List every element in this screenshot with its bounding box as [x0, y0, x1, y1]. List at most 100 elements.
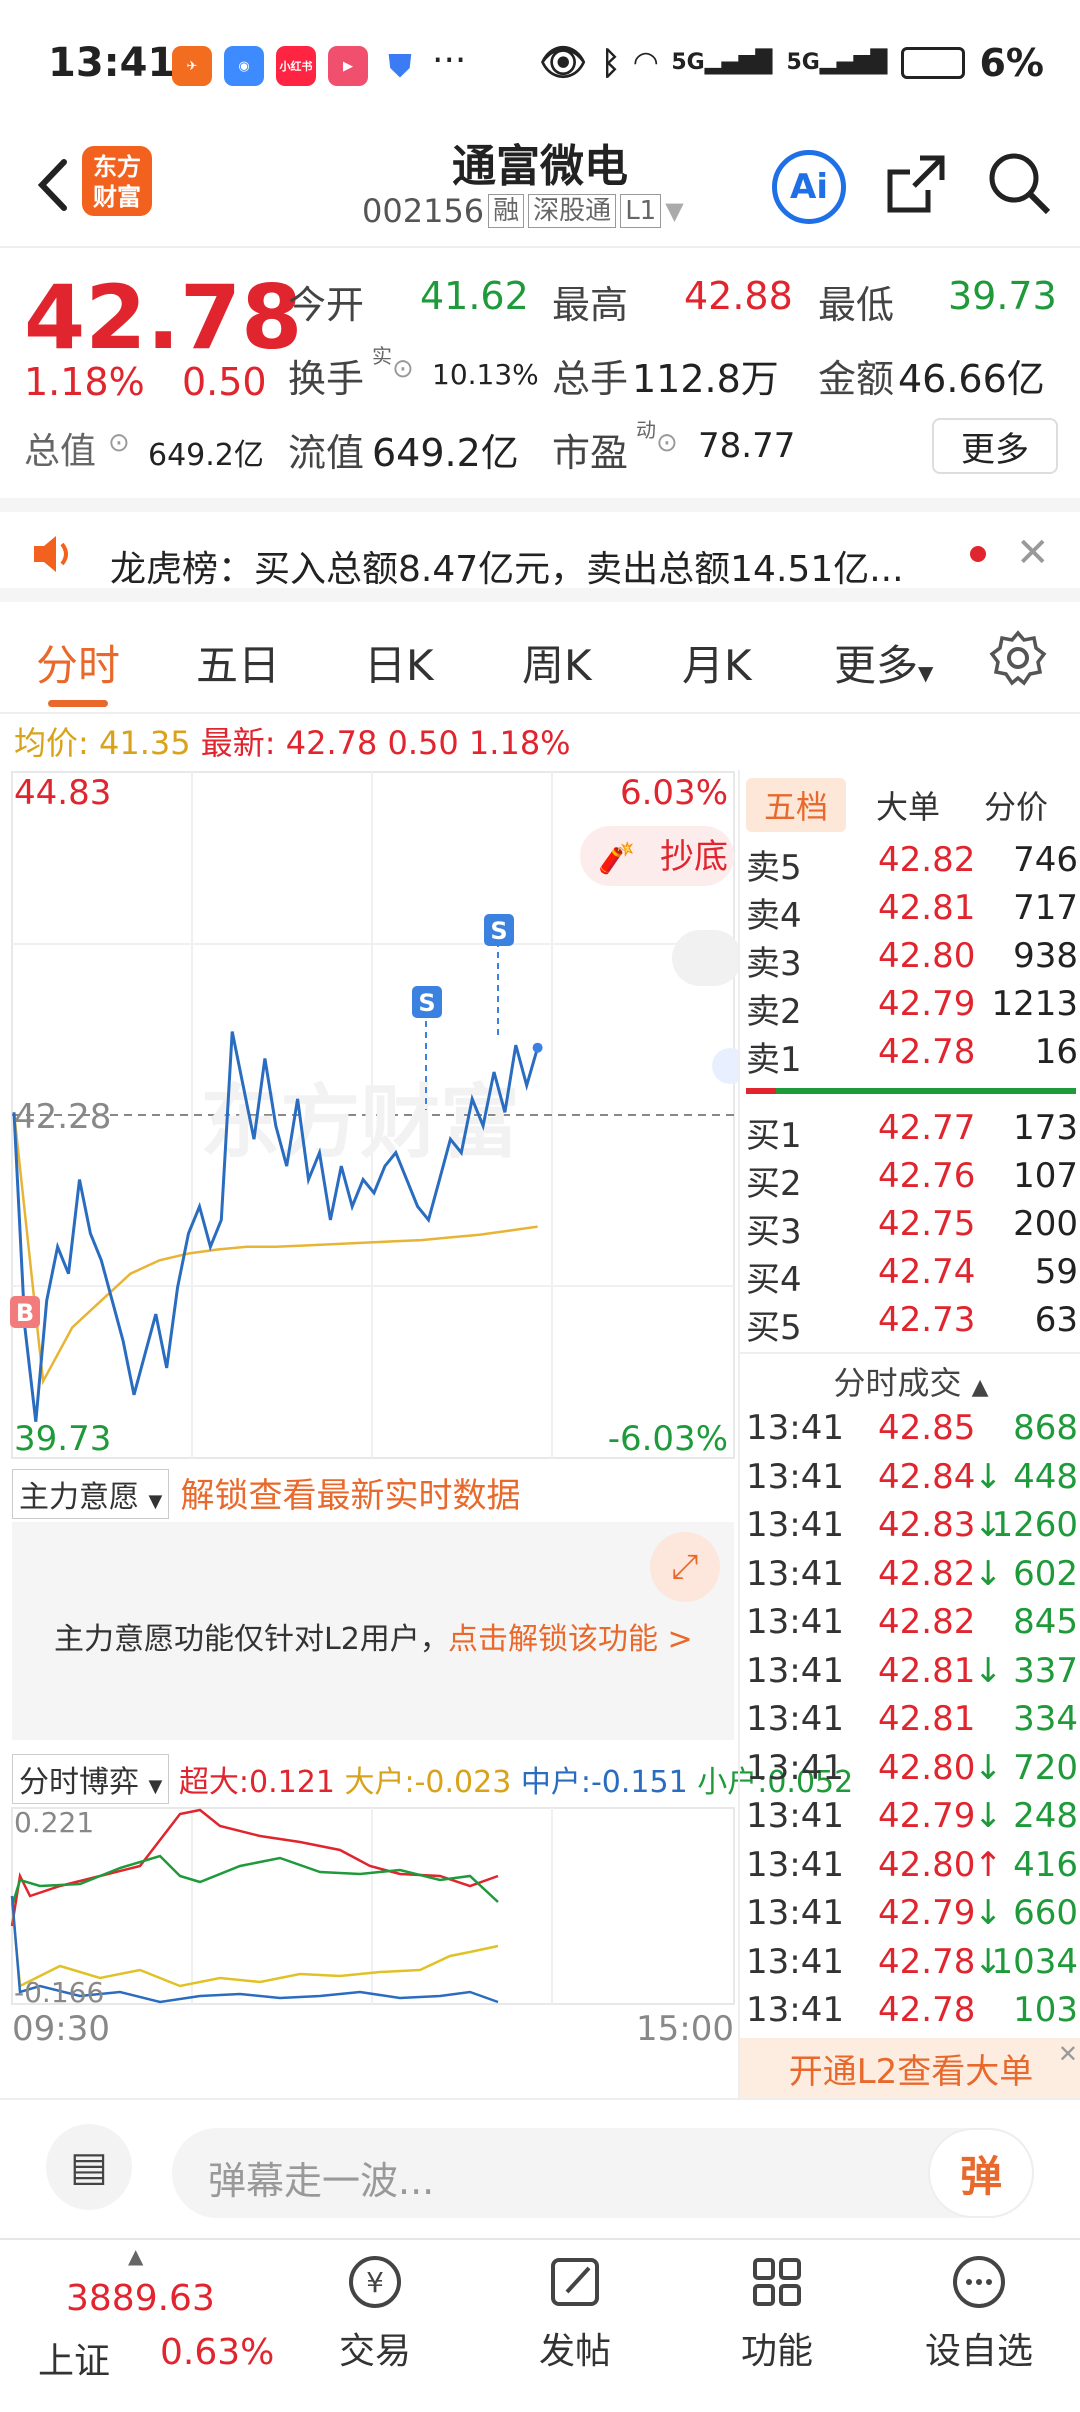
main-force-dropdown[interactable]: 主力意愿 ▼	[12, 1469, 170, 1519]
price-chart[interactable]: 东方财富 S S B 44.83 42.28 39.73 6.03% -6.03…	[0, 770, 738, 1460]
close-icon[interactable]: ✕	[1016, 530, 1050, 576]
more-quote-button[interactable]: 更多	[932, 418, 1058, 474]
stock-subtitle[interactable]: 002156 融 深股通 L1 ▼	[362, 192, 684, 230]
level-label: 买3	[746, 1212, 802, 1252]
dragon-tiger-banner[interactable]: 龙虎榜：买入总额8.47亿元，卖出总额14.51亿... ✕	[0, 498, 1080, 602]
edit-icon	[551, 2258, 599, 2306]
close-icon[interactable]: ✕	[1058, 2040, 1078, 2068]
y-mid-label: 42.28	[14, 1097, 111, 1137]
sell-marker[interactable]: S	[418, 989, 435, 1017]
tab-intraday[interactable]: 分时	[36, 632, 120, 693]
side-float-button[interactable]	[672, 930, 738, 986]
share-icon[interactable]	[884, 148, 948, 218]
nav-add-watchlist[interactable]: 设自选	[904, 2252, 1054, 2374]
trade-volume: 103	[1013, 1990, 1078, 2030]
open-l2-banner[interactable]: 开通L2查看大单 ✕	[740, 2038, 1080, 2098]
capital-game-dropdown[interactable]: 分时博弈 ▼	[12, 1754, 170, 1804]
tab-five-day[interactable]: 五日	[196, 632, 280, 693]
trade-price: 42.79	[878, 1893, 976, 1933]
tab-monthly-k[interactable]: 月K	[682, 632, 752, 693]
time-end-label: 15:00	[636, 2009, 734, 2042]
tag-margin: 融	[488, 194, 525, 228]
level-price: 42.76	[878, 1156, 976, 1196]
tab-daily-k[interactable]: 日K	[364, 632, 434, 693]
pct-max-label: 6.03%	[620, 773, 728, 813]
mid-value: -0.151	[590, 1765, 688, 1800]
trade-icon: ¥	[349, 2256, 401, 2308]
level-volume: 200	[1013, 1204, 1078, 1244]
trade-direction-icon: ↓	[974, 1650, 1003, 1691]
ai-button[interactable]: Ai	[772, 150, 846, 224]
nav-functions[interactable]: 功能	[702, 2252, 852, 2374]
nav-post[interactable]: 发帖	[500, 2252, 650, 2374]
volume-label: 总手	[552, 357, 629, 401]
latest-price-point	[532, 1042, 543, 1053]
trade-volume: 1260	[991, 1505, 1078, 1545]
trade-time: 13:41	[746, 1699, 844, 1739]
trade-time: 13:41	[746, 1796, 844, 1836]
tab-price-dist[interactable]: 分价	[984, 782, 1048, 828]
tab-more-label: 更多	[834, 641, 919, 690]
tab-more[interactable]: 更多▼	[834, 632, 933, 693]
level-volume: 746	[1013, 840, 1078, 880]
level-label: 买4	[746, 1260, 802, 1300]
tab-weekly-k[interactable]: 周K	[522, 632, 592, 693]
trade-volume: 660	[1013, 1893, 1078, 1933]
trade-time: 13:41	[746, 1941, 844, 1982]
more-circle-icon	[953, 2256, 1005, 2308]
barrage-send-button[interactable]: 弹	[928, 2128, 1034, 2218]
mid-label: 中户:	[520, 1765, 591, 1800]
amount-label: 金额	[818, 357, 895, 401]
super-value: 0.121	[249, 1765, 335, 1800]
side-float-button[interactable]	[712, 1048, 738, 1084]
bluetooth-icon: ᛒ	[601, 43, 621, 82]
index-widget[interactable]: ▲ 3889.63 上证 0.63%	[20, 2244, 274, 2400]
search-icon[interactable]	[984, 148, 1054, 218]
tab-five-levels[interactable]: 五档	[746, 778, 847, 832]
trade-price: 42.83	[878, 1505, 976, 1545]
unlock-realtime-link[interactable]: 解锁查看最新实时数据	[180, 1476, 520, 1516]
bottom-fishing-icon: 🧨	[598, 840, 635, 876]
tab-big-orders[interactable]: 大单	[876, 782, 940, 828]
level-volume: 717	[1013, 888, 1078, 928]
last-price: 42.78	[24, 266, 303, 369]
active-tab-indicator	[48, 700, 108, 707]
banner-text: 龙虎榜：买入总额8.47亿元，卖出总额14.51亿...	[110, 549, 904, 590]
trade-time: 13:41	[746, 1408, 844, 1448]
level-volume: 59	[1034, 1252, 1078, 1292]
expand-icon[interactable]: ⤢	[650, 1532, 720, 1602]
barrage-settings-icon[interactable]: ▤	[46, 2124, 132, 2210]
buy-marker[interactable]: B	[16, 1299, 34, 1327]
game-y-bottom: -0.166	[14, 1976, 104, 2009]
info-icon[interactable]: ⊙	[656, 428, 678, 458]
float-label: 流值	[288, 431, 365, 475]
unlock-feature-link[interactable]: 点击解锁该功能 >	[448, 1614, 693, 1658]
turnover-value: 10.13%	[432, 358, 539, 391]
svg-text:¥: ¥	[366, 2266, 384, 2299]
super-label: 超大:	[178, 1765, 250, 1800]
barrage-input[interactable]: 弹幕走一波... 弹	[172, 2128, 1034, 2218]
level-label: 卖2	[746, 992, 802, 1032]
capital-game-chart[interactable]: 0.221 -0.166 09:30 15:00	[0, 1806, 738, 2042]
info-icon[interactable]: ⊙	[392, 354, 414, 384]
gear-icon[interactable]	[988, 628, 1048, 688]
level-volume: 938	[1013, 936, 1078, 976]
trade-volume: 602	[1013, 1553, 1078, 1594]
bottom-fishing-badge[interactable]: 抄底	[660, 837, 728, 877]
game-y-top: 0.221	[14, 1806, 94, 1839]
ask-row: 卖5 42.82 746	[746, 840, 1078, 888]
info-icon[interactable]: ⊙	[108, 428, 130, 458]
nav-trade[interactable]: ¥ 交易	[300, 2252, 450, 2374]
sell-marker[interactable]: S	[490, 917, 507, 945]
pe-label: 市盈	[552, 431, 629, 475]
trades-title[interactable]: 分时成交 ▲	[740, 1358, 1080, 1404]
nav-trade-label: 交易	[338, 2331, 411, 2372]
l2-notice: 主力意愿功能仅针对L2用户，	[54, 1622, 450, 1657]
turnover-label: 换手	[288, 357, 365, 401]
unread-dot	[970, 546, 986, 562]
signal-icon: 5G▂▄▆█	[786, 50, 888, 75]
mktcap-value: 649.2亿	[148, 438, 264, 473]
dropdown-icon: ▼	[148, 1776, 163, 1797]
barrage-placeholder: 弹幕走一波...	[208, 2159, 435, 2203]
latest-percent: 1.18%	[468, 724, 571, 762]
